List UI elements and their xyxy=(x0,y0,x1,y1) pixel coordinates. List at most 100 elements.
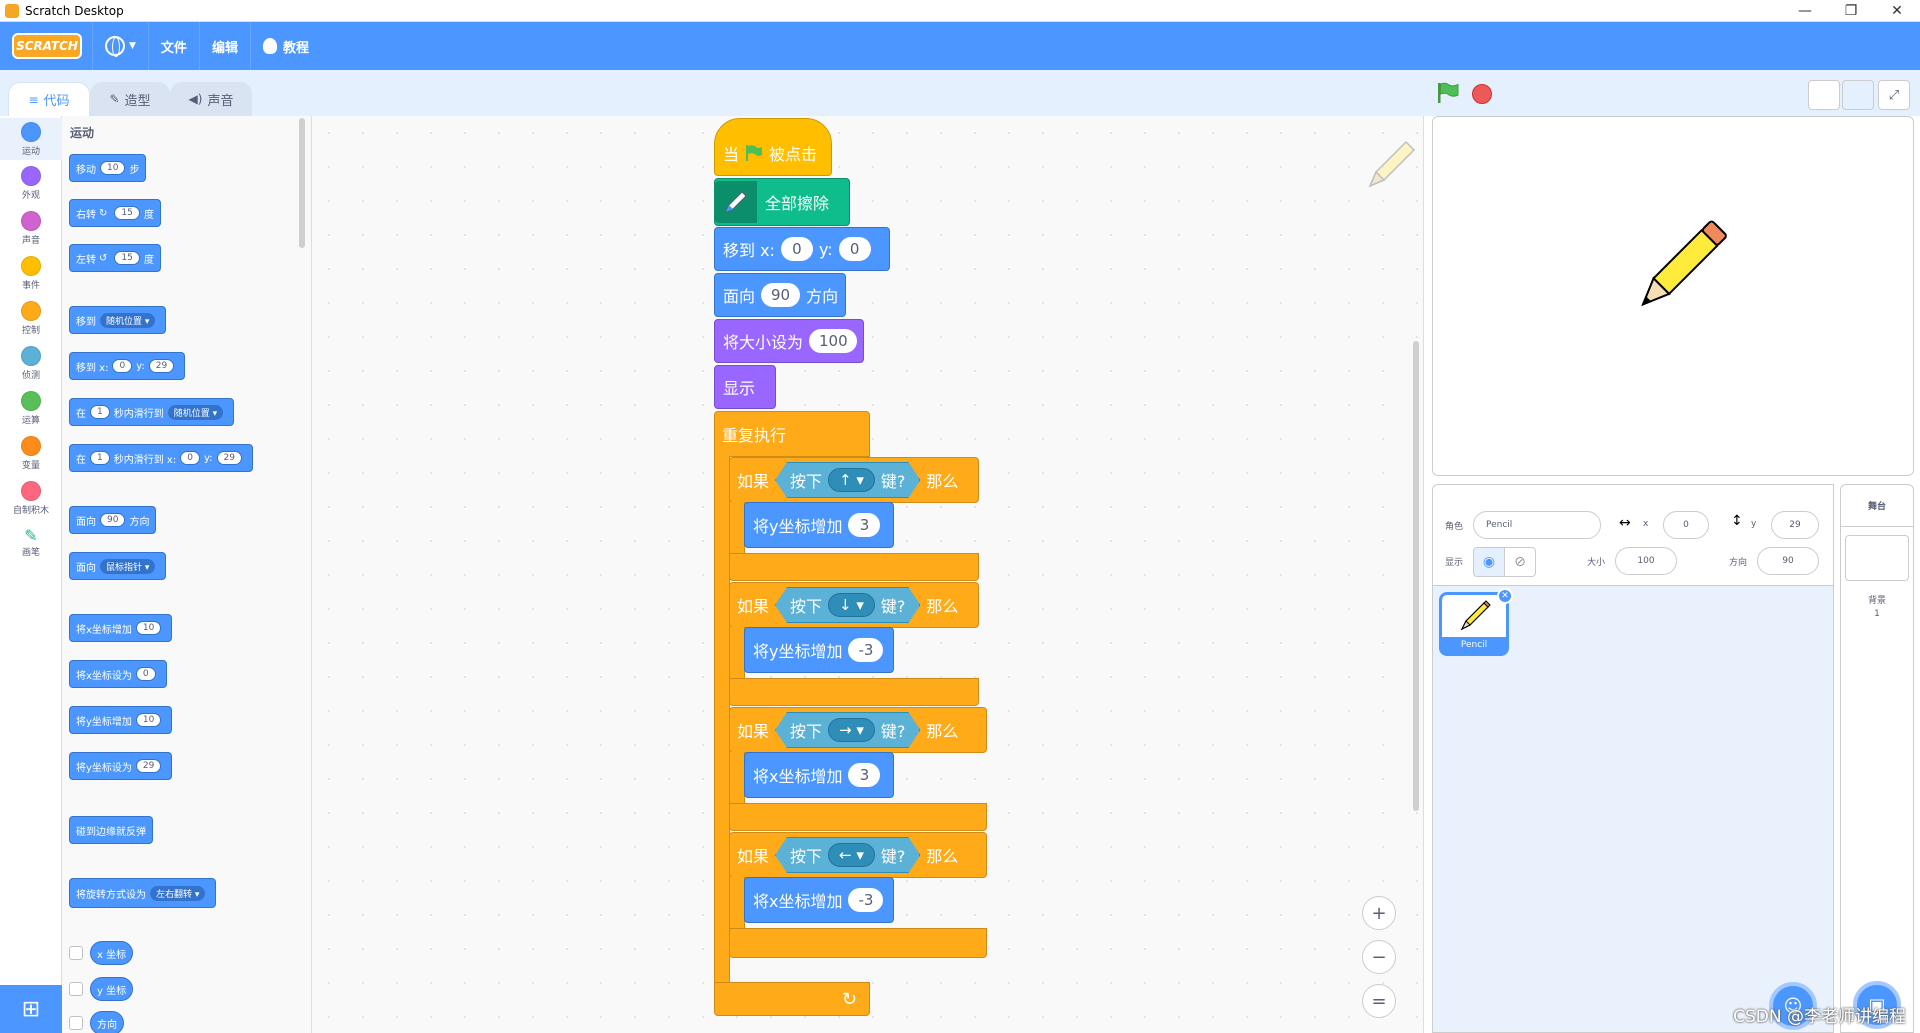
key-pressed-block[interactable]: 按下 → ▾ 键? xyxy=(775,712,920,748)
key-pressed-block[interactable]: 按下 ↓ ▾ 键? xyxy=(775,587,920,623)
show-sprite-button[interactable]: ◉ xyxy=(1473,547,1505,577)
block-set-y[interactable]: 将y坐标设为 29 xyxy=(69,752,173,780)
block-input[interactable]: 29 xyxy=(148,359,175,373)
stage-selector[interactable]: 舞台 背景 1 ▣ xyxy=(1840,484,1914,1033)
goto-xy-block[interactable]: 移到 x: 0 y: 0 xyxy=(714,227,890,271)
block-point-towards[interactable]: 面向 鼠标指针 ▾ xyxy=(69,552,167,580)
block-turn-right[interactable]: 右转 ↻ 15 度 xyxy=(69,199,161,227)
change-x-block[interactable]: 将x坐标增加 3 xyxy=(744,752,894,798)
reporter-x-position[interactable]: x 坐标 xyxy=(90,941,134,965)
block-goto[interactable]: 移到 随机位置 ▾ xyxy=(69,306,167,334)
key-dropdown[interactable]: → ▾ xyxy=(828,718,875,742)
add-extension-button[interactable]: ⊞ xyxy=(0,985,62,1033)
delete-sprite-button[interactable]: ✕ xyxy=(1497,588,1513,604)
script-area-scrollbar[interactable] xyxy=(1413,341,1419,811)
category-motion[interactable]: 运动 xyxy=(0,118,62,160)
block-dropdown[interactable]: 随机位置 ▾ xyxy=(100,312,156,328)
block-input[interactable]: 29 xyxy=(216,451,242,465)
block-dropdown[interactable]: 随机位置 ▾ xyxy=(167,404,224,420)
change-input[interactable]: 3 xyxy=(848,513,881,537)
category-control[interactable]: 控制 xyxy=(0,301,62,336)
direction-input[interactable]: 90 xyxy=(761,283,801,307)
block-change-y[interactable]: 将y坐标增加 10 xyxy=(69,706,173,734)
zoom-reset-button[interactable]: = xyxy=(1362,984,1396,1018)
sprite-tile-pencil[interactable]: ✕ Pencil xyxy=(1439,588,1513,656)
direction-checkbox[interactable] xyxy=(69,1016,83,1030)
block-input[interactable]: 0 xyxy=(180,451,200,465)
y-position-checkbox[interactable] xyxy=(69,982,83,996)
block-glide-xy[interactable]: 在 1 秒内滑行到 x: 0 y: 29 xyxy=(69,444,253,472)
tab-costumes[interactable]: ✎ 造型 xyxy=(90,82,170,116)
show-block[interactable]: 显示 xyxy=(714,365,776,409)
category-pen[interactable]: ✎ 画笔 xyxy=(0,526,62,558)
minimize-button[interactable]: — xyxy=(1782,0,1828,22)
script-area[interactable]: + − = 当 被点击 全部擦除 移到 x: 0 y: 0 面向 90 方向 将… xyxy=(312,116,1424,1033)
block-input[interactable]: 0 xyxy=(112,359,133,373)
stop-button[interactable] xyxy=(1472,84,1492,104)
reporter-y-position[interactable]: y 坐标 xyxy=(90,977,134,1001)
size-input[interactable]: 100 xyxy=(1615,547,1677,575)
zoom-out-button[interactable]: − xyxy=(1362,940,1396,974)
block-input[interactable]: 1 xyxy=(90,451,110,465)
key-dropdown[interactable]: ← ▾ xyxy=(828,843,875,867)
change-x-block[interactable]: 将x坐标增加 -3 xyxy=(744,877,894,923)
change-input[interactable]: -3 xyxy=(848,888,884,912)
x-input[interactable]: 0 xyxy=(780,237,813,261)
change-input[interactable]: -3 xyxy=(848,638,884,662)
block-rotation-style[interactable]: 将旋转方式设为 左右翻转 ▾ xyxy=(69,878,217,908)
key-pressed-block[interactable]: 按下 ← ▾ 键? xyxy=(775,837,920,873)
block-dropdown[interactable]: 左右翻转 ▾ xyxy=(150,885,206,901)
category-events[interactable]: 事件 xyxy=(0,256,62,291)
stage-thumbnail[interactable] xyxy=(1845,535,1909,581)
green-flag-button[interactable] xyxy=(1436,82,1460,104)
category-my-blocks[interactable]: 自制积木 xyxy=(0,481,62,516)
block-set-x[interactable]: 将x坐标设为 0 xyxy=(69,660,167,688)
block-input[interactable]: 10 xyxy=(135,713,162,727)
category-looks[interactable]: 外观 xyxy=(0,166,62,201)
category-variables[interactable]: 变量 xyxy=(0,436,62,471)
sprite-name-input[interactable]: Pencil xyxy=(1473,511,1601,539)
block-input[interactable]: 10 xyxy=(100,161,126,175)
small-stage-button[interactable] xyxy=(1808,80,1840,110)
key-pressed-block[interactable]: 按下 ↑ ▾ 键? xyxy=(775,462,920,498)
tutorials-menu[interactable]: 教程 xyxy=(249,22,321,70)
category-sound[interactable]: 声音 xyxy=(0,211,62,246)
tab-sounds[interactable]: ◀) 声音 xyxy=(170,82,252,116)
palette-scrollbar[interactable] xyxy=(299,118,305,248)
block-change-x[interactable]: 将x坐标增加 10 xyxy=(69,614,173,642)
zoom-in-button[interactable]: + xyxy=(1362,896,1396,930)
block-input[interactable]: 10 xyxy=(135,621,162,635)
x-position-checkbox[interactable] xyxy=(69,946,83,960)
block-point-direction[interactable]: 面向 90 方向 xyxy=(69,506,157,534)
block-input[interactable]: 90 xyxy=(100,513,126,527)
set-size-block[interactable]: 将大小设为 100 xyxy=(714,319,864,363)
block-goto-xy[interactable]: 移到 x: 0 y: 29 xyxy=(69,352,186,380)
when-flag-clicked-block[interactable]: 当 被点击 xyxy=(714,118,832,176)
x-input[interactable]: 0 xyxy=(1663,511,1709,539)
key-dropdown[interactable]: ↓ ▾ xyxy=(828,593,875,617)
category-operators[interactable]: 运算 xyxy=(0,391,62,426)
close-button[interactable]: ✕ xyxy=(1874,0,1920,22)
pencil-sprite[interactable] xyxy=(1623,207,1735,327)
language-menu[interactable]: ▼ xyxy=(92,22,148,70)
block-input[interactable]: 0 xyxy=(135,667,156,681)
reporter-direction[interactable]: 方向 xyxy=(90,1011,124,1033)
direction-input[interactable]: 90 xyxy=(1757,547,1819,575)
hide-sprite-button[interactable]: ⊘ xyxy=(1504,547,1536,577)
block-glide-to[interactable]: 在 1 秒内滑行到 随机位置 ▾ xyxy=(69,398,235,426)
block-move[interactable]: 移动 10 步 xyxy=(69,154,147,182)
normal-stage-button[interactable] xyxy=(1842,80,1874,110)
restore-button[interactable]: ❐ xyxy=(1828,0,1874,22)
scratch-logo[interactable]: SCRATCH xyxy=(12,33,82,59)
y-input[interactable]: 0 xyxy=(838,237,871,261)
y-input[interactable]: 29 xyxy=(1771,511,1819,539)
pen-clear-block[interactable]: 全部擦除 xyxy=(714,178,850,226)
change-y-block[interactable]: 将y坐标增加 -3 xyxy=(744,627,894,673)
change-y-block[interactable]: 将y坐标增加 3 xyxy=(744,502,894,548)
file-menu[interactable]: 文件 xyxy=(147,22,199,70)
key-dropdown[interactable]: ↑ ▾ xyxy=(828,468,875,492)
block-bounce[interactable]: 碰到边缘就反弹 xyxy=(69,816,153,844)
block-input[interactable]: 29 xyxy=(135,759,162,773)
tab-code[interactable]: ≡ 代码 xyxy=(8,82,90,116)
block-input[interactable]: 15 xyxy=(114,251,140,265)
